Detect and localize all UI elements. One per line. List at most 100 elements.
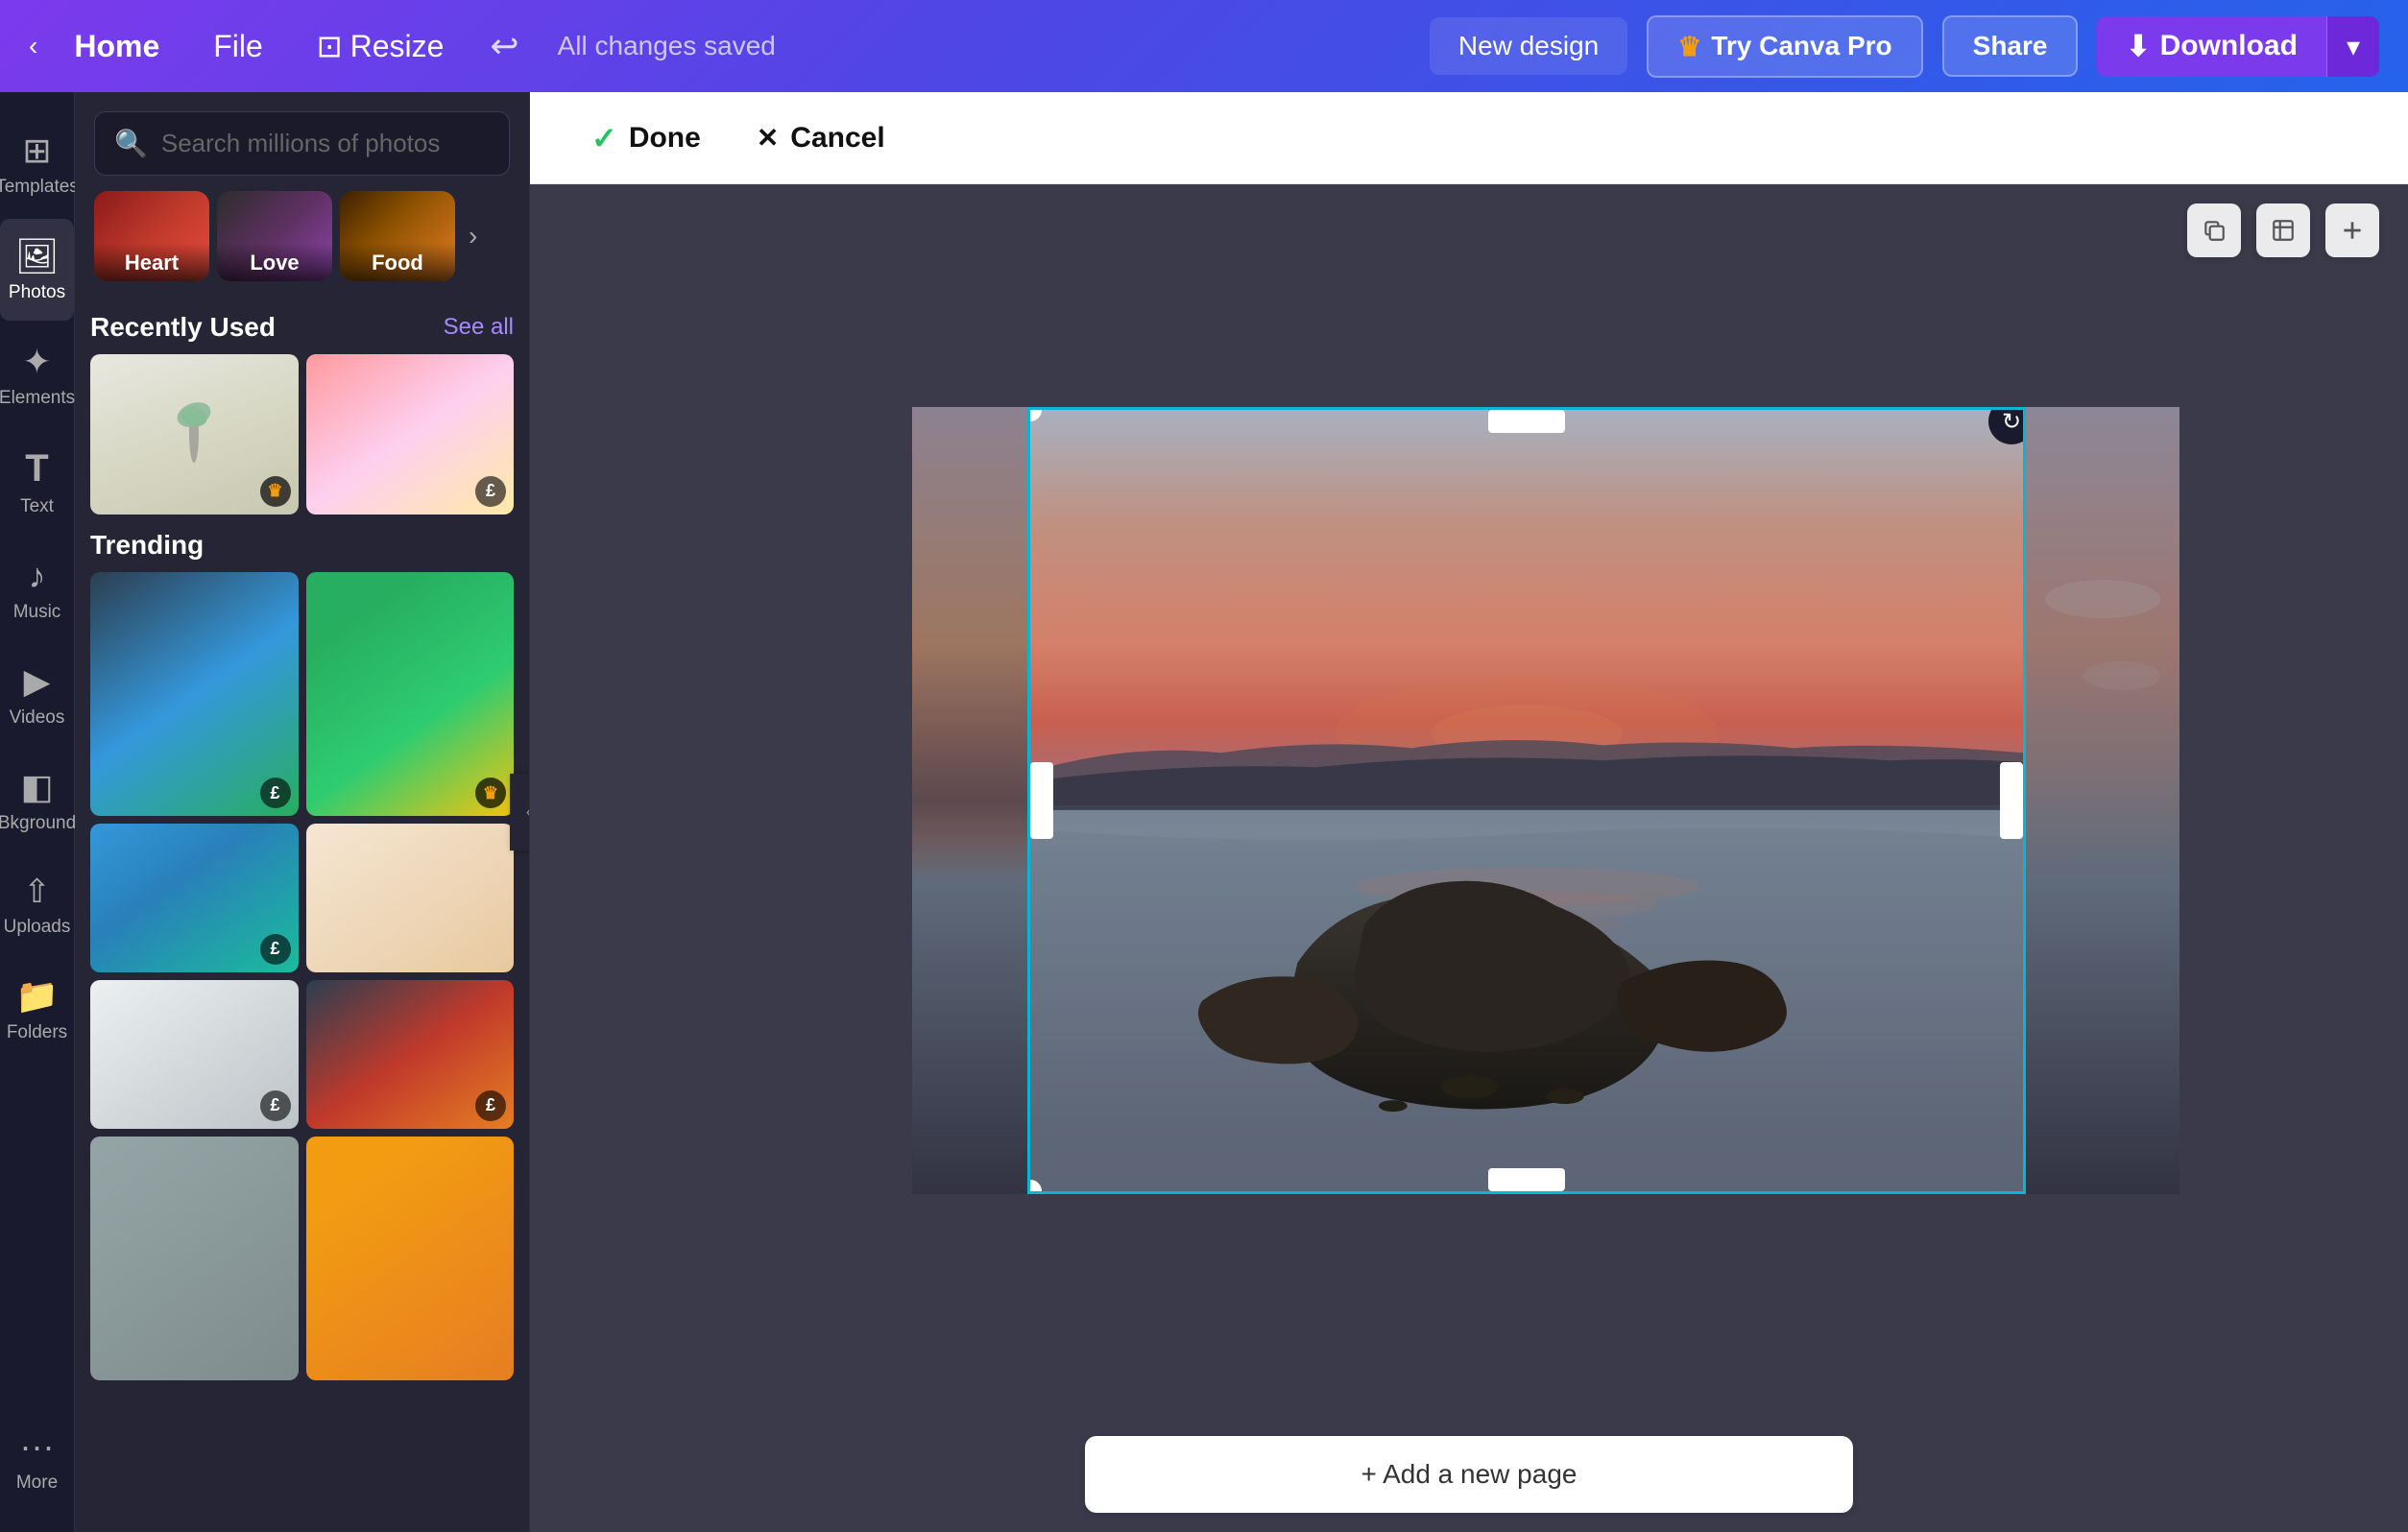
see-all-button[interactable]: See all	[444, 314, 514, 341]
cancel-button[interactable]: ✕ Cancel	[734, 107, 908, 170]
add-page-bar: + Add a new page	[530, 1417, 2408, 1532]
canvas-area: ✓ Done ✕ Cancel	[530, 92, 2408, 1532]
action-bar: ✓ Done ✕ Cancel	[530, 92, 2408, 184]
crop-handle-right[interactable]	[2000, 762, 2023, 839]
crop-handle-bottom[interactable]	[1488, 1168, 1565, 1191]
home-button[interactable]: Home	[57, 19, 177, 74]
main-layout: ⊞ Templates 🖼 Photos ✦ Elements T Text ♪…	[0, 92, 2408, 1532]
trending-photo-5[interactable]: £	[90, 980, 299, 1129]
folders-icon: 📁	[15, 976, 59, 1017]
photos-panel: 🔍 Heart Love Food › Recently	[75, 92, 530, 1532]
trending-title: Trending	[90, 530, 204, 561]
crop-handle-top[interactable]	[1488, 410, 1565, 433]
resize-icon: ⊡	[317, 28, 343, 64]
category-chip-love[interactable]: Love	[217, 191, 332, 281]
recently-used-header: Recently Used See all	[90, 312, 514, 343]
trending-photo-2[interactable]: ♛	[306, 572, 515, 817]
category-label-heart: Heart	[94, 243, 209, 281]
sidebar-label-text: Text	[20, 496, 54, 517]
image-overflow-right	[2026, 407, 2179, 1194]
sidebar-item-uploads[interactable]: ⇧ Uploads	[0, 855, 74, 955]
file-label: File	[213, 29, 263, 63]
trending-header: Trending	[90, 530, 514, 561]
sidebar-item-photos[interactable]: 🖼 Photos	[0, 219, 74, 321]
photo-badge-pro: ♛	[260, 476, 291, 507]
trending-badge-1: £	[260, 778, 291, 808]
back-icon[interactable]: ‹	[29, 31, 37, 61]
canvas-tool-duplicate[interactable]	[2187, 203, 2241, 257]
top-navigation: ‹ Home File ⊡ Resize ↩ All changes saved…	[0, 0, 2408, 92]
try-pro-button[interactable]: ♛ Try Canva Pro	[1647, 15, 1922, 78]
sidebar-label-photos: Photos	[9, 282, 65, 303]
new-design-button[interactable]: New design	[1430, 17, 1627, 75]
undo-button[interactable]: ↩	[480, 16, 528, 76]
canvas-tool-add[interactable]	[2325, 203, 2379, 257]
done-button[interactable]: ✓ Done	[568, 105, 724, 172]
sidebar-item-more[interactable]: ··· More	[0, 1409, 74, 1511]
search-box[interactable]: 🔍	[94, 111, 510, 176]
trending-photo-8[interactable]	[306, 1137, 515, 1381]
image-container: ↻	[912, 407, 2026, 1194]
category-label-love: Love	[217, 243, 332, 281]
text-icon: T	[25, 447, 48, 491]
sidebar-label-folders: Folders	[7, 1022, 67, 1043]
x-icon: ✕	[757, 122, 779, 154]
hide-panel-button[interactable]: ‹	[510, 774, 530, 850]
trending-badge-5: £	[260, 1090, 291, 1121]
category-chip-heart[interactable]: Heart	[94, 191, 209, 281]
category-label-food: Food	[340, 243, 455, 281]
trending-photo-1[interactable]: £	[90, 572, 299, 817]
image-frame: ↻	[1027, 407, 2026, 1194]
sidebar-item-folders[interactable]: 📁 Folders	[0, 959, 74, 1061]
trending-grid: £ ♛ £ £ £	[90, 572, 514, 1381]
more-icon: ···	[20, 1426, 55, 1467]
trending-photo-6[interactable]: £	[306, 980, 515, 1129]
resize-button[interactable]: ⊡ Resize	[300, 18, 462, 74]
download-button[interactable]: ⬇ Download	[2097, 16, 2325, 77]
recent-photo-1[interactable]: ♛	[90, 354, 299, 515]
trending-photo-7[interactable]	[90, 1137, 299, 1381]
templates-icon: ⊞	[22, 131, 51, 171]
sidebar-item-music[interactable]: ♪ Music	[0, 539, 74, 640]
file-button[interactable]: File	[196, 19, 280, 74]
photos-icon: 🖼	[15, 236, 60, 276]
canvas-toolbar	[2187, 203, 2379, 257]
sidebar-label-videos: Videos	[10, 707, 65, 729]
sidebar-item-text[interactable]: T Text	[0, 430, 74, 535]
sidebar-label-background: Bkground	[0, 813, 76, 834]
recent-photo-2[interactable]: £	[306, 354, 515, 515]
check-icon: ✓	[591, 120, 617, 156]
download-group: ⬇ Download ▾	[2097, 16, 2379, 77]
search-input[interactable]	[161, 129, 490, 158]
saved-status: All changes saved	[558, 31, 776, 61]
sidebar-item-videos[interactable]: ▶ Videos	[0, 644, 74, 746]
panel-search: 🔍	[75, 92, 529, 191]
sidebar-item-elements[interactable]: ✦ Elements	[0, 324, 74, 426]
trending-photo-4[interactable]	[306, 824, 515, 972]
add-page-button[interactable]: + Add a new page	[1085, 1436, 1853, 1513]
sidebar-label-uploads: Uploads	[4, 917, 71, 938]
sidebar-item-templates[interactable]: ⊞ Templates	[0, 113, 74, 215]
background-icon: ◧	[20, 767, 53, 807]
search-icon: 🔍	[114, 128, 148, 159]
crop-handle-left[interactable]	[1030, 762, 1053, 839]
videos-icon: ▶	[24, 661, 51, 702]
category-chip-food[interactable]: Food	[340, 191, 455, 281]
download-chevron[interactable]: ▾	[2326, 16, 2379, 77]
trending-photo-3[interactable]: £	[90, 824, 299, 972]
category-next-arrow[interactable]: ›	[459, 211, 487, 261]
photo-badge-paid: £	[475, 476, 506, 507]
sidebar-label-more: More	[16, 1472, 58, 1494]
sidebar-item-background[interactable]: ◧ Bkground	[0, 750, 74, 851]
home-label: Home	[74, 29, 159, 64]
resize-label: Resize	[350, 29, 445, 64]
sidebar-label-music: Music	[13, 602, 61, 623]
share-button[interactable]: Share	[1942, 15, 2079, 77]
image-overflow-left	[912, 407, 1027, 1194]
elements-icon: ✦	[22, 342, 51, 382]
trending-badge-2: ♛	[475, 778, 506, 808]
canvas-tool-copy[interactable]	[2256, 203, 2310, 257]
uploads-icon: ⇧	[23, 873, 51, 911]
sidebar-label-templates: Templates	[0, 177, 79, 198]
crown-icon: ♛	[1677, 31, 1701, 62]
